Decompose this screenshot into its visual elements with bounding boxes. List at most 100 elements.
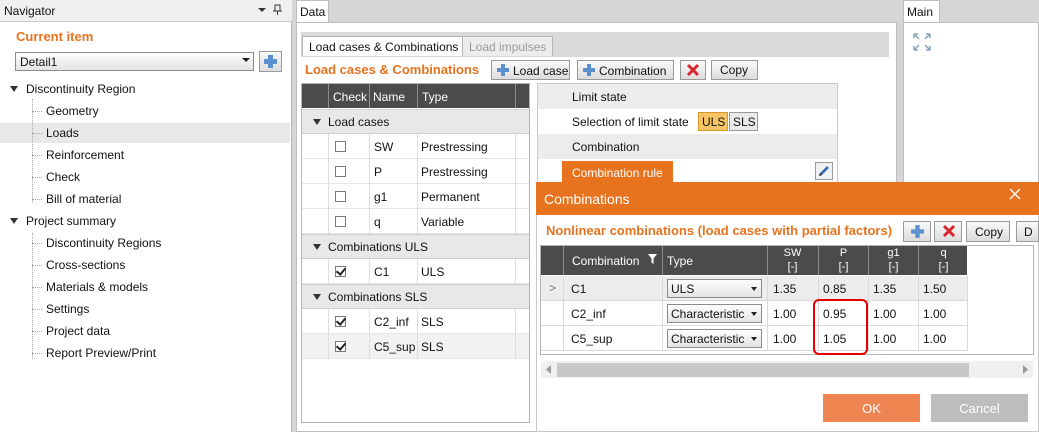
- group-row[interactable]: Combinations ULS: [302, 234, 529, 259]
- tree-item[interactable]: Check: [0, 167, 290, 187]
- expand-arrow-icon[interactable]: [10, 218, 18, 224]
- header-name[interactable]: Name: [373, 90, 405, 104]
- row-marker: >: [549, 281, 557, 295]
- add-load-case-button[interactable]: Load case: [491, 60, 570, 80]
- header-factor-name[interactable]: g1: [869, 247, 918, 259]
- delete-button[interactable]: [680, 60, 706, 80]
- factor-value[interactable]: 0.85: [823, 282, 846, 296]
- add-combination-row-button[interactable]: [903, 221, 931, 242]
- tree-item-label: Geometry: [46, 104, 99, 118]
- ok-button[interactable]: OK: [823, 394, 920, 422]
- dialog-cut-button[interactable]: D: [1016, 221, 1039, 242]
- panel-options-icons[interactable]: [256, 3, 286, 17]
- check-checkbox[interactable]: [335, 316, 346, 327]
- type-select[interactable]: ULS: [667, 279, 762, 298]
- group-row[interactable]: Combinations SLS: [302, 284, 529, 309]
- combination-name[interactable]: C2_inf: [571, 307, 606, 321]
- factor-value[interactable]: 1.50: [923, 282, 946, 296]
- factor-value[interactable]: 1.00: [873, 307, 896, 321]
- add-combination-button[interactable]: Combination: [577, 60, 674, 80]
- expand-icon[interactable]: [912, 32, 932, 52]
- cell-divider: [967, 326, 968, 351]
- factor-value[interactable]: 1.00: [923, 307, 946, 321]
- header-check[interactable]: Check: [333, 90, 367, 104]
- tree-item[interactable]: Settings: [0, 299, 290, 319]
- add-detail-button[interactable]: [259, 51, 282, 72]
- header-factor-name[interactable]: SW: [768, 247, 817, 259]
- tree-item[interactable]: Project data: [0, 321, 290, 341]
- group-label: Combinations ULS: [328, 240, 429, 254]
- cell-divider: [369, 184, 370, 209]
- combination-rule-label[interactable]: Combination rule: [562, 161, 673, 184]
- tree-item[interactable]: Cross-sections: [0, 255, 290, 275]
- row-name: C2_inf: [374, 315, 409, 329]
- cell-divider: [515, 309, 516, 334]
- dialog-copy-button[interactable]: Copy: [966, 221, 1010, 242]
- filter-icon[interactable]: [648, 254, 657, 264]
- check-checkbox[interactable]: [335, 191, 346, 202]
- check-checkbox[interactable]: [335, 341, 346, 352]
- header-type[interactable]: Type: [422, 90, 448, 104]
- tree-item[interactable]: Discontinuity Regions: [0, 233, 290, 253]
- add-combination-label: Combination: [599, 64, 667, 78]
- pin-icon[interactable]: [256, 3, 286, 17]
- check-checkbox[interactable]: [335, 166, 346, 177]
- tree-connector: [32, 111, 42, 112]
- edit-combination-rule-button[interactable]: [815, 162, 833, 180]
- type-select[interactable]: Characteristic: [667, 304, 762, 323]
- tree-item[interactable]: Loads: [0, 123, 290, 143]
- scrollbar-thumb[interactable]: [557, 363, 969, 377]
- header-type[interactable]: Type: [667, 254, 693, 268]
- tree-item[interactable]: Reinforcement: [0, 145, 290, 165]
- group-row[interactable]: Load cases: [302, 109, 529, 134]
- limit-state-header: Limit state: [538, 84, 837, 109]
- collapse-arrow-icon[interactable]: [313, 244, 321, 250]
- tree-item-label: Reinforcement: [46, 148, 125, 162]
- tab-load-impulses[interactable]: Load impulses: [462, 36, 554, 56]
- chevron-down-icon: [751, 337, 757, 341]
- factor-value[interactable]: 1.35: [873, 282, 896, 296]
- scroll-right-icon[interactable]: [1021, 365, 1029, 374]
- close-icon[interactable]: [1008, 187, 1022, 201]
- check-checkbox[interactable]: [335, 216, 346, 227]
- collapse-arrow-icon[interactable]: [313, 294, 321, 300]
- factor-value[interactable]: 1.00: [773, 307, 796, 321]
- cell-divider: [417, 184, 418, 209]
- factor-value[interactable]: 1.00: [923, 332, 946, 346]
- cell-divider: [662, 326, 663, 351]
- header-factor-name[interactable]: P: [819, 247, 868, 259]
- tree-item[interactable]: Report Preview/Print: [0, 343, 290, 363]
- tree-item[interactable]: Materials & models: [0, 277, 290, 297]
- tab-load-cases-combinations[interactable]: Load cases & Combinations: [302, 36, 466, 56]
- tree-item[interactable]: Geometry: [0, 101, 290, 121]
- tree-connector: [32, 233, 33, 359]
- check-checkbox[interactable]: [335, 141, 346, 152]
- type-select[interactable]: Characteristic: [667, 329, 762, 348]
- tree-item-label: Discontinuity Regions: [46, 236, 162, 250]
- uls-toggle[interactable]: ULS: [698, 112, 728, 131]
- header-factor-name[interactable]: q: [919, 247, 968, 259]
- scroll-left-icon[interactable]: [545, 365, 553, 374]
- tab-data[interactable]: Data: [296, 0, 329, 22]
- detail-select[interactable]: Detail1: [15, 52, 254, 71]
- cancel-button[interactable]: Cancel: [931, 394, 1028, 422]
- delete-combination-row-button[interactable]: [934, 221, 962, 242]
- combination-title: Combination: [572, 140, 640, 154]
- combination-name[interactable]: C1: [571, 282, 586, 296]
- expand-arrow-icon[interactable]: [10, 86, 18, 92]
- dialog-title: Combinations: [544, 191, 630, 207]
- check-checkbox[interactable]: [335, 266, 346, 277]
- header-combination[interactable]: Combination: [572, 254, 639, 268]
- tab-main[interactable]: Main: [903, 0, 940, 22]
- tree-item[interactable]: Project summary: [0, 211, 290, 231]
- navigator-title: Navigator: [4, 4, 56, 18]
- factor-value[interactable]: 1.35: [773, 282, 796, 296]
- tree-item[interactable]: Bill of material: [0, 189, 290, 209]
- combination-name[interactable]: C5_sup: [571, 332, 612, 346]
- sls-toggle[interactable]: SLS: [729, 112, 758, 131]
- factor-value[interactable]: 1.00: [773, 332, 796, 346]
- factor-value[interactable]: 1.00: [873, 332, 896, 346]
- tree-item[interactable]: Discontinuity Region: [0, 79, 290, 99]
- collapse-arrow-icon[interactable]: [313, 119, 321, 125]
- copy-button[interactable]: Copy: [711, 60, 758, 80]
